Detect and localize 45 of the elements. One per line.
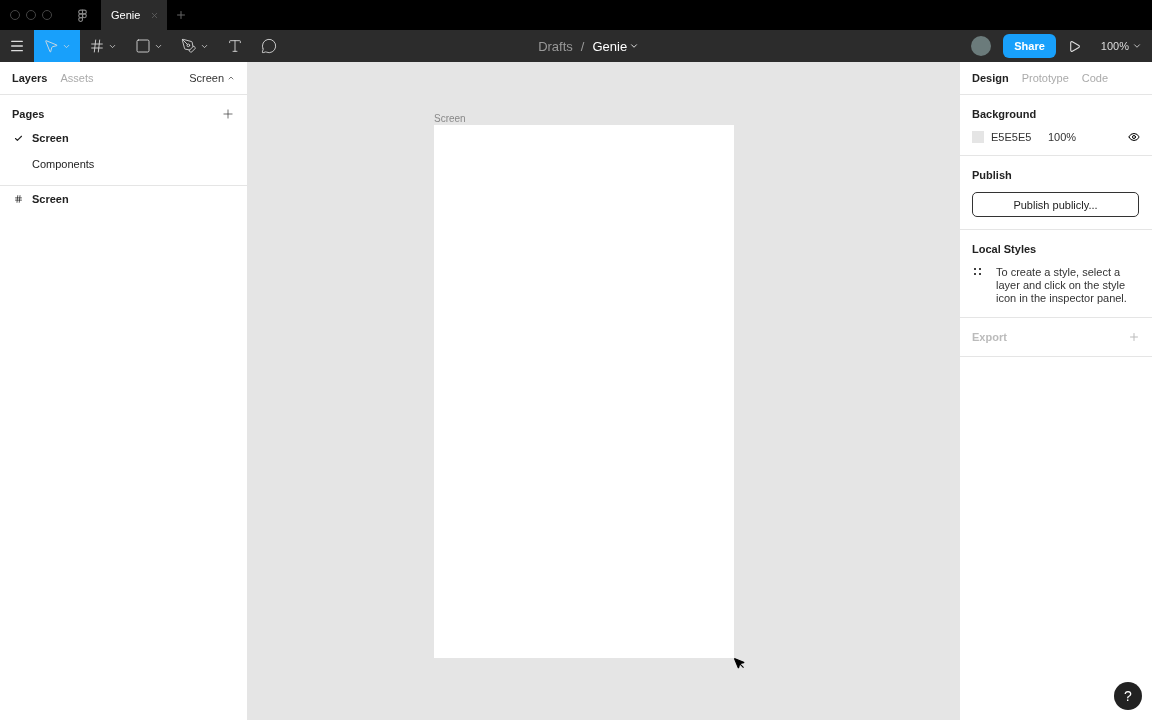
square-icon — [135, 38, 151, 54]
avatar[interactable] — [971, 36, 992, 56]
hash-icon — [14, 194, 23, 204]
section-title: Local Styles — [972, 243, 1037, 255]
caret-icon — [1132, 41, 1142, 51]
hint-text: To create a style, select a layer and click on the style icon in the inspector panel. — [996, 266, 1128, 305]
section-title: Export — [972, 331, 1007, 343]
pointer-icon — [43, 38, 59, 54]
layer-item[interactable]: Screen — [0, 186, 247, 212]
section-title: Publish — [972, 169, 1012, 181]
plus-icon — [1128, 331, 1140, 343]
caret-icon — [629, 41, 640, 51]
plus-icon — [221, 107, 235, 121]
present-button[interactable] — [1067, 39, 1081, 53]
breadcrumb-folder[interactable]: Drafts — [538, 38, 573, 54]
logo-icon[interactable] — [76, 8, 89, 22]
check-icon — [14, 133, 23, 143]
color-swatch[interactable] — [972, 131, 984, 143]
plus-icon[interactable] — [175, 9, 188, 21]
window-tab[interactable]: Genie — [101, 0, 168, 30]
publish-button[interactable]: Publish publicly... — [972, 192, 1139, 217]
page-item[interactable]: Screen — [0, 125, 247, 151]
play-icon — [1067, 39, 1081, 53]
eye-icon[interactable] — [1128, 131, 1140, 143]
caret-icon — [227, 74, 235, 82]
speech-bubble-icon — [261, 38, 277, 54]
panel-tab[interactable]: Design — [972, 72, 1009, 84]
hash-icon — [89, 38, 105, 54]
zoom-dropdown[interactable]: 100% — [1100, 40, 1142, 52]
style-icon — [974, 268, 981, 275]
file-name[interactable]: Genie — [592, 38, 640, 54]
opacity-value[interactable]: 100% — [1048, 131, 1077, 143]
cursor-icon — [733, 657, 746, 670]
hex-value[interactable]: E5E5E5 — [991, 131, 1041, 143]
add-page-button[interactable] — [221, 107, 235, 121]
pen-icon — [181, 38, 197, 54]
breadcrumb-separator: / — [580, 38, 585, 54]
text-icon — [227, 38, 243, 54]
close-icon[interactable] — [150, 10, 160, 20]
page-item[interactable]: Components — [0, 151, 247, 177]
panel-tab[interactable]: Layers — [12, 72, 48, 84]
page-selector[interactable]: Screen — [189, 72, 235, 84]
section-title: Background — [972, 108, 1037, 120]
menu-icon — [9, 38, 25, 54]
section-title: Pages — [12, 108, 45, 120]
